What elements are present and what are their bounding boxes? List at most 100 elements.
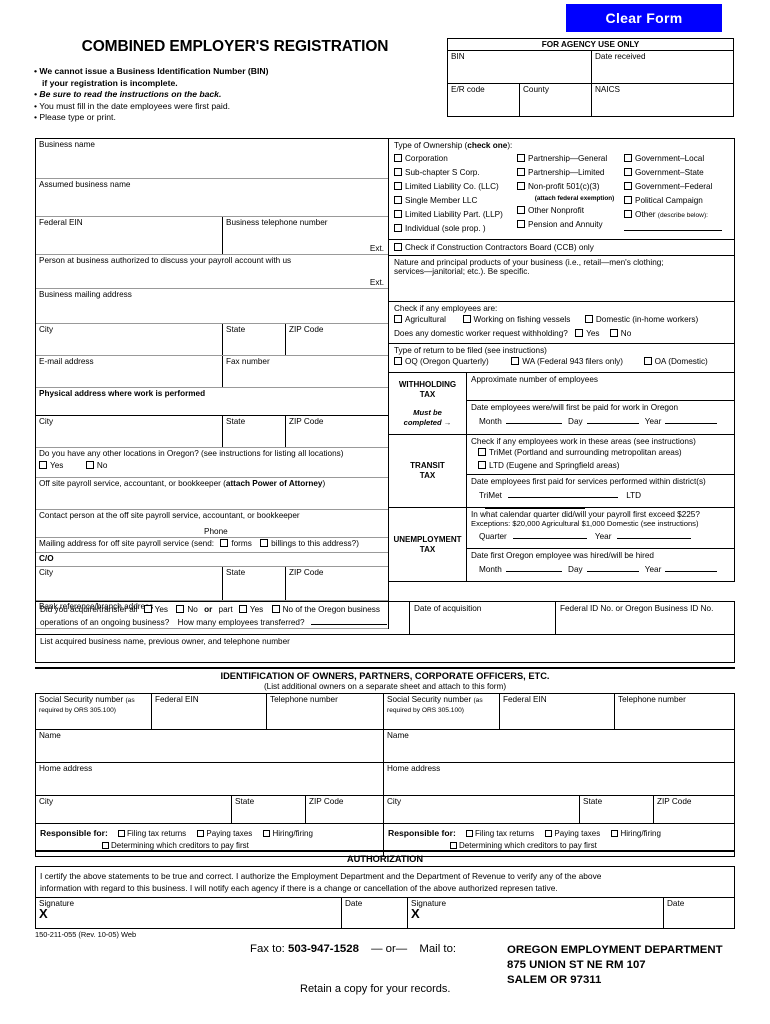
field-owner1-zip[interactable]: ZIP Code: [306, 796, 384, 823]
field-email[interactable]: E-mail address: [36, 356, 223, 387]
input-hire-year[interactable]: [665, 563, 718, 572]
agency-naics-field[interactable]: NAICS: [592, 84, 733, 116]
checkbox-ltd[interactable]: [478, 461, 486, 469]
checkbox-acquire-all-no[interactable]: [176, 605, 185, 613]
field-mailing-zip[interactable]: ZIP Code: [286, 324, 388, 355]
field-owner2-home-address[interactable]: Home address: [384, 763, 734, 795]
field-owner1-ssn[interactable]: Social Security number (as required by O…: [36, 694, 152, 729]
field-owner1-state[interactable]: State: [232, 796, 306, 823]
checkbox-oa[interactable]: [643, 357, 652, 365]
checkbox-owner1-hiring[interactable]: [263, 830, 271, 837]
field-co-zip[interactable]: ZIP Code: [286, 567, 388, 600]
field-owner2-phone[interactable]: Telephone number: [615, 694, 734, 729]
field-owner2-state[interactable]: State: [580, 796, 654, 823]
input-wh-month[interactable]: [505, 415, 562, 424]
checkbox-acquire-part-no[interactable]: [271, 605, 280, 613]
checkbox-wa[interactable]: [511, 357, 520, 365]
checkbox-other-locations-no[interactable]: [85, 461, 94, 469]
checkbox-send-forms[interactable]: [220, 539, 229, 547]
field-federal-ein[interactable]: Federal EIN: [36, 217, 223, 254]
checkbox-government-local[interactable]: [624, 154, 632, 162]
checkbox-oq[interactable]: [394, 357, 402, 365]
field-authorized-person[interactable]: Person at business authorized to discuss…: [36, 255, 388, 289]
field-owner2-name[interactable]: Name: [384, 730, 734, 762]
field-list-acquired-business[interactable]: List acquired business name, previous ow…: [36, 635, 734, 663]
checkbox-acquire-part-yes[interactable]: [238, 605, 247, 613]
field-owner1-ein[interactable]: Federal EIN: [152, 694, 267, 729]
checkbox-agricultural[interactable]: [394, 315, 402, 323]
checkbox-non-profit-501c3[interactable]: [517, 182, 525, 190]
field-co-state[interactable]: State: [223, 567, 286, 600]
checkbox-owner1-paying[interactable]: [197, 830, 205, 837]
input-wh-day[interactable]: [586, 415, 639, 424]
input-trimet-date[interactable]: [507, 489, 618, 498]
field-federal-id-acquisition[interactable]: Federal ID No. or Oregon Business ID No.: [556, 602, 734, 634]
input-wh-year[interactable]: [665, 415, 718, 424]
checkbox-fishing-vessels[interactable]: [462, 315, 471, 323]
field-physical-zip[interactable]: ZIP Code: [286, 416, 388, 447]
checkbox-individual[interactable]: [394, 224, 402, 232]
checkbox-owner2-paying[interactable]: [545, 830, 553, 837]
field-signature-1[interactable]: Signature X: [36, 898, 342, 928]
checkbox-pension-annuity[interactable]: [517, 220, 525, 228]
checkbox-partnership-limited[interactable]: [517, 168, 525, 176]
checkbox-political-campaign[interactable]: [624, 196, 632, 204]
field-owner2-city[interactable]: City: [384, 796, 580, 823]
field-physical-state[interactable]: State: [223, 416, 286, 447]
checkbox-owner2-filing[interactable]: [466, 830, 474, 837]
checkbox-government-federal[interactable]: [624, 182, 632, 190]
checkbox-owner1-filing[interactable]: [118, 830, 126, 837]
agency-county-field[interactable]: County: [520, 84, 592, 116]
checkbox-llc[interactable]: [394, 182, 402, 190]
field-business-telephone[interactable]: Business telephone number Ext.: [223, 217, 388, 254]
checkbox-owner2-creditors[interactable]: [450, 842, 457, 849]
input-employees-transferred[interactable]: [310, 616, 387, 625]
field-co[interactable]: C/O: [36, 553, 388, 567]
field-business-name[interactable]: Business name: [36, 139, 388, 179]
field-nature-of-business[interactable]: Nature and principal products of your bu…: [389, 256, 734, 302]
checkbox-domestic[interactable]: [584, 315, 593, 323]
checkbox-send-billings[interactable]: [260, 539, 269, 547]
checkbox-government-state[interactable]: [624, 168, 632, 176]
checkbox-corporation[interactable]: [394, 154, 402, 162]
field-owner2-ssn[interactable]: Social Security number (as required by O…: [384, 694, 500, 729]
field-fax[interactable]: Fax number: [223, 356, 388, 387]
checkbox-owner2-hiring[interactable]: [611, 830, 619, 837]
checkbox-llp[interactable]: [394, 210, 402, 218]
field-co-city[interactable]: City: [36, 567, 223, 600]
checkbox-other-locations-yes[interactable]: [39, 461, 47, 469]
field-owner2-zip[interactable]: ZIP Code: [654, 796, 734, 823]
field-physical-address[interactable]: Physical address where work is performed: [36, 388, 388, 416]
input-ue-year[interactable]: [617, 530, 692, 539]
checkbox-trimet[interactable]: [478, 448, 486, 456]
input-quarter[interactable]: [512, 530, 587, 539]
agency-bin-field[interactable]: BIN: [448, 51, 592, 83]
input-hire-day[interactable]: [586, 563, 639, 572]
field-owner2-ein[interactable]: Federal EIN: [500, 694, 615, 729]
field-date-1[interactable]: Date: [342, 898, 408, 928]
field-physical-city[interactable]: City: [36, 416, 223, 447]
checkbox-acquire-all-yes[interactable]: [143, 605, 152, 613]
checkbox-owner1-creditors[interactable]: [102, 842, 109, 849]
checkbox-ownership-other[interactable]: [624, 210, 632, 218]
checkbox-single-member-llc[interactable]: [394, 196, 402, 204]
clear-form-button[interactable]: Clear Form: [566, 4, 722, 32]
ownership-other-write-in[interactable]: [624, 230, 722, 231]
field-owner1-home-address[interactable]: Home address: [36, 763, 384, 795]
checkbox-partnership-general[interactable]: [517, 154, 525, 162]
field-mailing-city[interactable]: City: [36, 324, 223, 355]
field-offsite-payroll-service[interactable]: Off site payroll service, accountant, or…: [36, 478, 388, 510]
checkbox-domestic-withholding-yes[interactable]: [575, 329, 584, 337]
agency-date-received-field[interactable]: Date received: [592, 51, 733, 83]
field-owner1-city[interactable]: City: [36, 796, 232, 823]
agency-er-code-field[interactable]: E/R code: [448, 84, 520, 116]
input-hire-month[interactable]: [505, 563, 562, 572]
field-date-2[interactable]: Date: [664, 898, 734, 928]
checkbox-other-nonprofit[interactable]: [517, 206, 525, 214]
checkbox-ccb-only[interactable]: [394, 243, 402, 251]
checkbox-domestic-withholding-no[interactable]: [609, 329, 618, 337]
field-offsite-contact[interactable]: Contact person at the off site payroll s…: [36, 510, 388, 538]
field-mailing-state[interactable]: State: [223, 324, 286, 355]
field-date-of-acquisition[interactable]: Date of acquisition: [410, 602, 556, 634]
field-owner1-phone[interactable]: Telephone number: [267, 694, 384, 729]
